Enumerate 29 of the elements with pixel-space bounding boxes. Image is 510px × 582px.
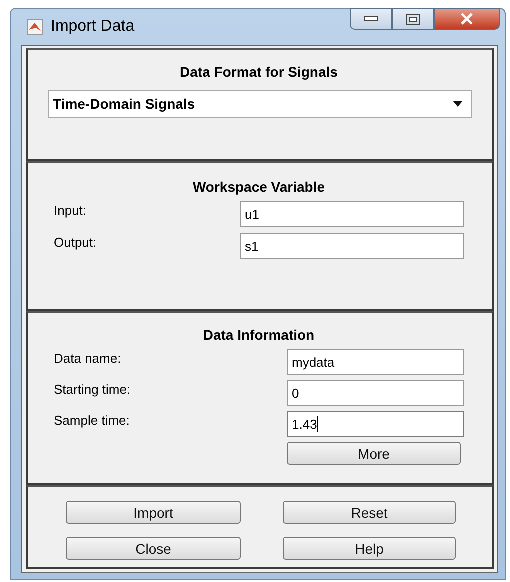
app-icon xyxy=(27,19,43,35)
panel-title: Data Format for Signals xyxy=(179,63,339,82)
input-field[interactable]: 0 xyxy=(287,380,464,406)
close-button[interactable] xyxy=(434,8,500,30)
maximize-icon xyxy=(406,14,420,24)
input-field[interactable]: s1 xyxy=(240,233,464,259)
field-label: Output: xyxy=(54,234,98,250)
field-label: Input: xyxy=(54,202,88,218)
input-field[interactable]: mydata xyxy=(287,349,464,375)
input-field[interactable]: u1 xyxy=(240,201,464,227)
text-cursor xyxy=(317,416,318,432)
window-title: Import Data xyxy=(51,18,135,36)
panel-title: Workspace Variable xyxy=(192,178,326,197)
field-label: Sample time: xyxy=(54,412,131,428)
maximize-button[interactable] xyxy=(392,8,434,30)
dialog-button[interactable]: Reset xyxy=(283,501,456,524)
field-label: Starting time: xyxy=(54,381,132,397)
minimize-icon xyxy=(364,16,378,22)
minimize-button[interactable] xyxy=(350,8,392,30)
caret-icon xyxy=(453,101,463,107)
more-button[interactable]: More xyxy=(287,442,461,465)
close-icon xyxy=(460,13,474,25)
panel-title: Data Information xyxy=(202,326,316,345)
field-label: Data name: xyxy=(54,350,122,366)
input-field[interactable]: 1.43 xyxy=(287,411,464,437)
dialog-button[interactable]: Close xyxy=(66,537,241,560)
dialog-button[interactable]: Import xyxy=(66,501,241,524)
format-dropdown[interactable]: Time-Domain Signals xyxy=(48,90,472,118)
dialog-button[interactable]: Help xyxy=(283,537,456,560)
